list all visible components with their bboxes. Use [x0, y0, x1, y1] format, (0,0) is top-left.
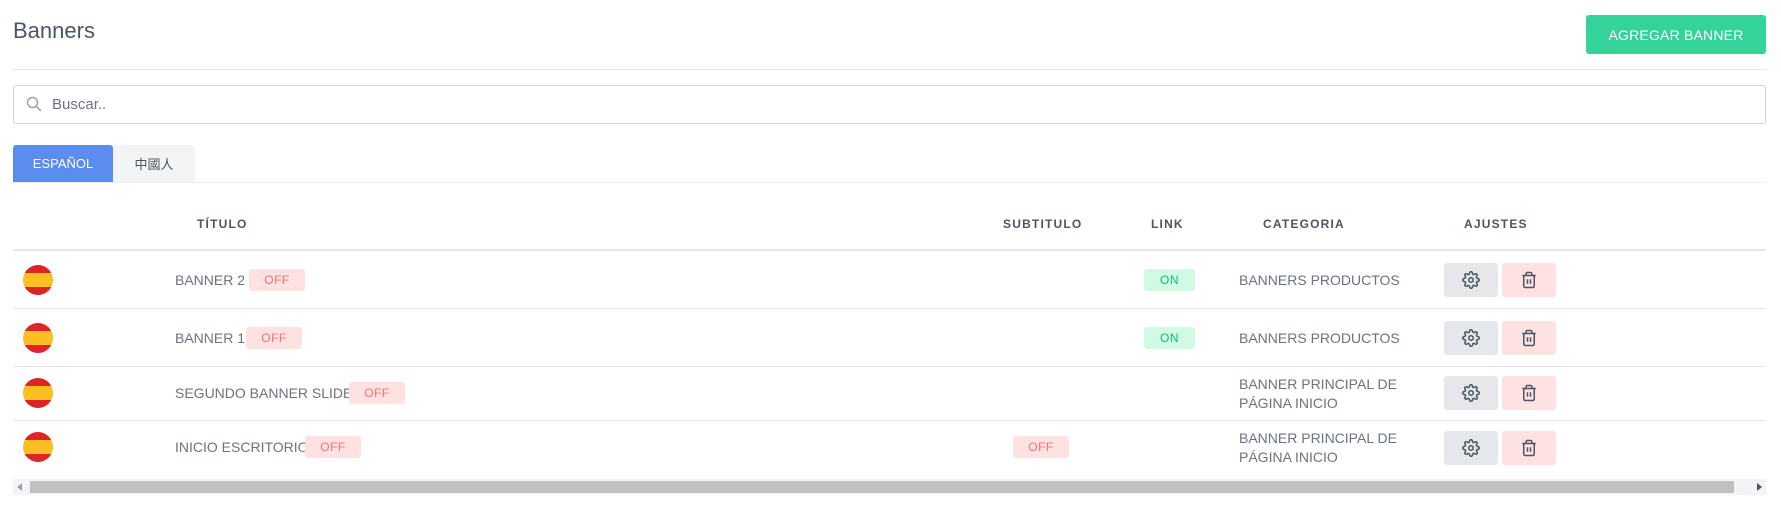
link-status-badge: ON — [1144, 327, 1195, 349]
delete-button[interactable] — [1502, 321, 1556, 355]
trash-icon — [1522, 329, 1536, 347]
table-row: BANNER 2 OFF ON BANNERS PRODUCTOS — [13, 251, 1766, 309]
spain-flag-icon — [23, 432, 53, 462]
spain-flag-icon — [23, 378, 53, 408]
column-header-ajustes: AJUSTES — [1464, 217, 1528, 231]
row-category: BANNERS PRODUCTOS — [1239, 272, 1400, 288]
search-box — [13, 85, 1766, 124]
status-badge: OFF — [249, 269, 305, 291]
page-title: Banners — [13, 18, 95, 43]
settings-button[interactable] — [1444, 321, 1498, 355]
gear-icon — [1462, 384, 1480, 402]
gear-icon — [1462, 329, 1480, 347]
column-header-categoria: CATEGORIA — [1263, 217, 1345, 231]
scroll-thumb[interactable] — [30, 481, 1734, 493]
search-icon — [26, 96, 42, 112]
trash-icon — [1522, 439, 1536, 457]
status-badge: OFF — [246, 327, 302, 349]
row-category: BANNER PRINCIPAL DE PÁGINA INICIO — [1239, 430, 1397, 465]
row-title: INICIO ESCRITORIO — [175, 439, 309, 455]
table-row: BANNER 1 OFF ON BANNERS PRODUCTOS — [13, 309, 1766, 367]
table-header: TÍTULO SUBTITULO LINK CATEGORIA AJUSTES — [13, 200, 1766, 251]
tab-espanol[interactable]: ESPAÑOL — [13, 145, 113, 182]
scroll-left-arrow-icon[interactable] — [17, 483, 22, 491]
search-input[interactable] — [52, 86, 1752, 123]
row-title: BANNER 2 — [175, 272, 246, 288]
gear-icon — [1462, 271, 1480, 289]
scroll-right-arrow-icon[interactable] — [1757, 483, 1762, 491]
banners-table: TÍTULO SUBTITULO LINK CATEGORIA AJUSTES … — [13, 200, 1766, 475]
row-title: SEGUNDO BANNER SLIDE — [175, 385, 353, 401]
tab-chinese[interactable]: 中國人 — [113, 145, 195, 182]
horizontal-scrollbar[interactable] — [13, 479, 1766, 495]
column-header-link: LINK — [1151, 217, 1184, 231]
delete-button[interactable] — [1502, 376, 1556, 410]
trash-icon — [1522, 271, 1536, 289]
page-header: Banners AGREGAR BANNER — [13, 0, 1766, 70]
settings-button[interactable] — [1444, 376, 1498, 410]
gear-icon — [1462, 439, 1480, 457]
spain-flag-icon — [23, 323, 53, 353]
column-header-titulo: TÍTULO — [197, 217, 248, 231]
spain-flag-icon — [23, 265, 53, 295]
language-tabs: ESPAÑOL 中國人 — [13, 145, 1766, 183]
trash-icon — [1522, 384, 1536, 402]
delete-button[interactable] — [1502, 431, 1556, 465]
row-title: BANNER 1 — [175, 330, 246, 346]
status-badge: OFF — [349, 382, 405, 404]
row-category: BANNER PRINCIPAL DE PÁGINA INICIO — [1239, 376, 1397, 411]
settings-button[interactable] — [1444, 263, 1498, 297]
table-row: SEGUNDO BANNER SLIDE OFF BANNER PRINCIPA… — [13, 367, 1766, 421]
settings-button[interactable] — [1444, 431, 1498, 465]
column-header-subtitulo: SUBTITULO — [1003, 217, 1083, 231]
delete-button[interactable] — [1502, 263, 1556, 297]
table-row: INICIO ESCRITORIO OFF OFF BANNER PRINCIP… — [13, 421, 1766, 475]
status-badge: OFF — [305, 436, 361, 458]
row-category: BANNERS PRODUCTOS — [1239, 330, 1400, 346]
link-status-badge: ON — [1144, 269, 1195, 291]
subtitle-status-badge: OFF — [1013, 436, 1069, 458]
add-banner-button[interactable]: AGREGAR BANNER — [1586, 15, 1766, 54]
